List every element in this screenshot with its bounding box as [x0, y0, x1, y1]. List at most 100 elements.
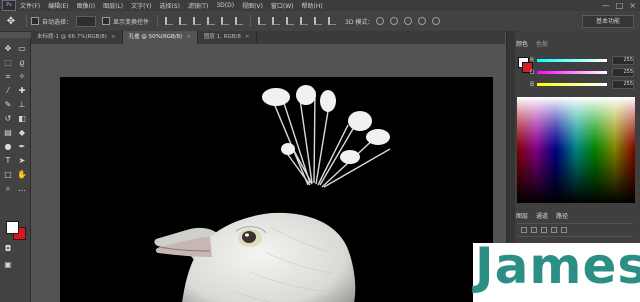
3d-rotate-icon[interactable]: [376, 17, 385, 25]
healing-brush-tool-icon[interactable]: ✚: [17, 86, 27, 96]
marquee-tool-icon[interactable]: ⬚: [3, 58, 13, 68]
close-icon[interactable]: ×: [245, 34, 250, 40]
align-center-icon[interactable]: [221, 17, 230, 25]
filter-type-icon[interactable]: [551, 227, 557, 233]
workspace-switcher[interactable]: 基本功能: [582, 15, 634, 28]
eyedropper-tool-icon[interactable]: ⁄: [3, 86, 13, 96]
close-window-button[interactable]: ×: [629, 1, 636, 10]
3d-roll-icon[interactable]: [390, 17, 399, 25]
type-tool-icon[interactable]: T: [3, 156, 13, 166]
clone-stamp-tool-icon[interactable]: ⊥: [17, 100, 27, 110]
menu-image[interactable]: 图像(I): [77, 1, 95, 10]
more-tools-icon[interactable]: …: [17, 184, 27, 194]
menu-3d[interactable]: 3D(D): [216, 2, 234, 9]
distribute-right-icon[interactable]: [328, 17, 337, 25]
menu-file[interactable]: 文件(F): [20, 1, 40, 10]
menu-window[interactable]: 窗口(W): [271, 1, 294, 10]
close-icon[interactable]: ×: [111, 34, 116, 40]
distribute-middle-icon[interactable]: [272, 17, 281, 25]
align-right-icon[interactable]: [235, 17, 244, 25]
doc-tab-label: 未标题-1 @ 66.7%(RGB/8): [37, 34, 107, 40]
crop-tool-icon[interactable]: ⌗: [3, 72, 13, 82]
path-selection-tool-icon[interactable]: ➤: [17, 156, 27, 166]
history-brush-tool-icon[interactable]: ↺: [3, 114, 13, 124]
3d-drag-icon[interactable]: [404, 17, 413, 25]
menu-layer[interactable]: 图层(L): [103, 1, 123, 10]
blur-tool-icon[interactable]: ◆: [17, 128, 27, 138]
pen-tool-icon[interactable]: ✒: [17, 142, 27, 152]
watermark-badge: James: [473, 237, 640, 302]
distribute-center-icon[interactable]: [314, 17, 323, 25]
divider: [26, 15, 27, 27]
3d-scale-icon[interactable]: [432, 17, 441, 25]
options-bar: ✥ 自动选择： 显示变换控件 3D 模式： 基本功能: [0, 11, 640, 32]
auto-select-checkbox[interactable]: [31, 17, 39, 25]
divider: [250, 15, 252, 27]
menu-type[interactable]: 文字(Y): [131, 1, 151, 10]
align-top-icon[interactable]: [165, 17, 174, 25]
distribute-bottom-icon[interactable]: [286, 17, 295, 25]
rectangle-tool-icon[interactable]: □: [3, 170, 13, 180]
tab-swatches[interactable]: 色板: [536, 39, 548, 48]
tab-paths[interactable]: 路径: [556, 211, 568, 220]
photoshop-logo-icon: Ps: [2, 0, 16, 11]
green-slider[interactable]: G 255: [530, 68, 634, 77]
tools-panel: ✥ ▭ ⬚ ϱ ⌗ ✧ ⁄ ✚ ✎ ⊥ ↺ ◧ ▤ ◆ ● ✒ T ➤ □ ✋ …: [0, 38, 31, 302]
document-canvas[interactable]: [60, 77, 493, 302]
magic-wand-tool-icon[interactable]: ✧: [17, 72, 27, 82]
3d-mode-label: 3D 模式：: [345, 18, 374, 26]
menu-edit[interactable]: 编辑(E): [48, 1, 68, 10]
color-panel-tabs: 颜色 色板: [516, 39, 548, 48]
align-left-icon[interactable]: [207, 17, 216, 25]
close-icon[interactable]: ×: [186, 34, 191, 40]
tab-layers[interactable]: 图层: [516, 211, 528, 220]
align-bottom-icon[interactable]: [193, 17, 202, 25]
artboard-tool-icon[interactable]: ▭: [17, 44, 27, 54]
filter-pixel-icon[interactable]: [531, 227, 537, 233]
zoom-tool-icon[interactable]: ⌕: [3, 184, 13, 194]
blue-slider-label: B: [530, 81, 535, 88]
doc-tab-1[interactable]: 未标题-1 @ 66.7%(RGB/8) ×: [31, 31, 123, 44]
screen-mode-icon[interactable]: ▣: [3, 260, 13, 270]
doc-tab-3[interactable]: 图层 1, RGB/8 ×: [198, 31, 257, 44]
red-value-input[interactable]: 255: [612, 56, 634, 65]
menu-view[interactable]: 视图(V): [242, 1, 263, 10]
doc-tab-2[interactable]: 孔雀 @ 50%(RGB/8) ×: [122, 31, 198, 44]
show-transform-checkbox[interactable]: [102, 17, 111, 25]
green-value-input[interactable]: 255: [612, 68, 634, 77]
red-slider[interactable]: R 255: [530, 56, 634, 65]
canvas-area[interactable]: [31, 44, 505, 302]
menu-filter[interactable]: 滤镜(T): [188, 1, 208, 10]
foreground-color-swatch[interactable]: [6, 221, 19, 234]
green-slider-label: G: [530, 69, 535, 76]
distribute-top-icon[interactable]: [258, 17, 267, 25]
lasso-tool-icon[interactable]: ϱ: [17, 58, 27, 68]
window-controls: — □ ×: [602, 1, 636, 10]
filter-adjust-icon[interactable]: [541, 227, 547, 233]
move-tool-icon[interactable]: ✥: [0, 16, 22, 27]
move-tool-icon[interactable]: ✥: [3, 44, 13, 54]
blue-value-input[interactable]: 255: [612, 80, 634, 89]
blue-slider[interactable]: B 255: [530, 80, 634, 89]
minimize-button[interactable]: —: [602, 1, 610, 10]
tab-color[interactable]: 颜色: [516, 39, 528, 48]
eraser-tool-icon[interactable]: ◧: [17, 114, 27, 124]
dodge-tool-icon[interactable]: ●: [3, 142, 13, 152]
color-spectrum-picker[interactable]: [517, 97, 635, 203]
3d-slide-icon[interactable]: [418, 17, 427, 25]
document-tabs: 未标题-1 @ 66.7%(RGB/8) × 孔雀 @ 50%(RGB/8) × 图…: [31, 31, 505, 44]
show-transform-label: 显示变换控件: [113, 18, 150, 26]
distribute-left-icon[interactable]: [300, 17, 309, 25]
gradient-tool-icon[interactable]: ▤: [3, 128, 13, 138]
align-middle-icon[interactable]: [179, 17, 188, 25]
filter-shape-icon[interactable]: [561, 227, 567, 233]
filter-kind-icon[interactable]: [521, 227, 527, 233]
auto-select-dropdown[interactable]: [76, 15, 97, 27]
brush-tool-icon[interactable]: ✎: [3, 100, 13, 110]
menu-select[interactable]: 选择(S): [159, 1, 180, 10]
tab-channels[interactable]: 通道: [536, 211, 548, 220]
menu-help[interactable]: 帮助(H): [302, 1, 323, 10]
maximize-button[interactable]: □: [616, 1, 624, 10]
hand-tool-icon[interactable]: ✋: [17, 170, 27, 180]
quick-mask-icon[interactable]: ◘: [3, 244, 13, 254]
